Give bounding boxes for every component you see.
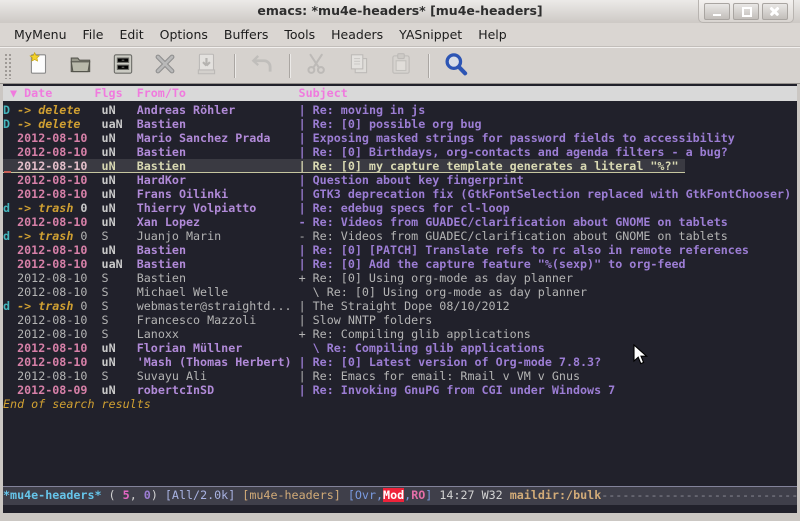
paste-icon xyxy=(388,51,414,81)
save-button[interactable] xyxy=(106,51,140,81)
open-folder-icon xyxy=(68,51,94,81)
modeline-dashes: ------------------------------ xyxy=(601,488,797,502)
new-file-icon xyxy=(26,51,52,81)
titlebar[interactable]: emacs: *mu4e-headers* [mu4e-headers] xyxy=(0,0,800,24)
message-row[interactable]: 2012-08-10 uN Florian Müllner \ Re: Comp… xyxy=(3,341,797,355)
message-row[interactable]: 2012-08-10 S Suvayu Ali | Re: Emacs for … xyxy=(3,369,797,383)
menubar: MyMenuFileEditOptionsBuffersToolsHeaders… xyxy=(0,23,800,47)
message-row[interactable]: 2012-08-10 uaN Bastien | Re: [0] Add the… xyxy=(3,257,797,271)
end-of-results-text: End of search results xyxy=(3,397,797,411)
undo-icon xyxy=(249,51,275,81)
cut-button xyxy=(300,51,334,81)
toolbar-separator xyxy=(234,54,235,78)
save-icon xyxy=(110,51,136,81)
message-row[interactable]: 2012-08-10 S Bastien + Re: [0] Using org… xyxy=(3,271,797,285)
save-as-button xyxy=(190,51,224,81)
message-row[interactable]: 2012-08-10 uN Xan Lopez - Re: Videos fro… xyxy=(3,215,797,229)
message-row[interactable]: 2012-08-10 uN Mario Sanchez Prada | Expo… xyxy=(3,131,797,145)
open-folder-button[interactable] xyxy=(64,51,98,81)
undo-button xyxy=(245,51,279,81)
message-row[interactable]: d -> trash 0 uN Thierry Volpiatto | Re: … xyxy=(3,201,797,215)
toolbar xyxy=(0,47,800,84)
close-button[interactable] xyxy=(148,51,182,81)
menu-mymenu[interactable]: MyMenu xyxy=(6,25,75,44)
modeline-plain: ( xyxy=(102,488,123,502)
fringe-cursor xyxy=(4,171,11,173)
menu-options[interactable]: Options xyxy=(152,25,216,44)
menu-tools[interactable]: Tools xyxy=(276,25,323,44)
modeline-readonly: RO xyxy=(411,488,425,502)
menu-headers[interactable]: Headers xyxy=(323,25,391,44)
toolbar-drag-handle[interactable] xyxy=(4,53,12,79)
message-row[interactable]: D -> delete uaN Bastien | Re: [0] possib… xyxy=(3,117,797,131)
search-icon xyxy=(443,51,469,81)
modeline-plain: ) xyxy=(151,488,165,502)
menu-help[interactable]: Help xyxy=(470,25,515,44)
message-row[interactable]: 2012-08-10 S Francesco Mazzoli | Slow NN… xyxy=(3,313,797,327)
close-button[interactable] xyxy=(762,3,788,20)
minimize-icon xyxy=(713,14,721,16)
modeline-major-mode: [mu4e-headers] xyxy=(242,488,348,502)
modeline-col-num: 0 xyxy=(144,488,151,502)
modeline-plain: , xyxy=(130,488,144,502)
toolbar-separator xyxy=(428,54,429,78)
menu-file[interactable]: File xyxy=(75,25,112,44)
message-row[interactable]: D -> delete uN Andreas Röhler | Re: movi… xyxy=(3,103,797,117)
search-button[interactable] xyxy=(439,51,473,81)
cut-icon xyxy=(304,51,330,81)
maximize-icon xyxy=(742,7,752,17)
minimize-button[interactable] xyxy=(704,3,730,20)
message-row[interactable]: 2012-08-10 uN 'Mash (Thomas Herbert) | R… xyxy=(3,355,797,369)
message-list: D -> delete uN Andreas Röhler | Re: movi… xyxy=(3,101,797,397)
modeline-line-num: 5 xyxy=(123,488,130,502)
modeline-position: [All/2.0k] xyxy=(165,488,242,502)
save-as-icon xyxy=(194,51,220,81)
menu-edit[interactable]: Edit xyxy=(111,25,151,44)
message-row[interactable]: 2012-08-10 uN Bastien | Re: [0] Birthday… xyxy=(3,145,797,159)
message-row[interactable]: 2012-08-10 uN Bastien | Re: [0] [PATCH] … xyxy=(3,243,797,257)
empty-buffer-space xyxy=(3,411,797,486)
message-row[interactable]: d -> trash 0 S webmaster@straightd... | … xyxy=(3,299,797,313)
toolbar-separator xyxy=(289,54,290,78)
copy-icon xyxy=(346,51,372,81)
window-title: emacs: *mu4e-headers* [mu4e-headers] xyxy=(0,3,800,18)
modeline: *mu4e-headers* ( 5, 0) [All/2.0k] [mu4e-… xyxy=(3,486,797,505)
window-controls xyxy=(698,0,794,23)
message-row[interactable]: 2012-08-10 S Michael Welle \ Re: [0] Usi… xyxy=(3,285,797,299)
modeline-minor: [Ovr, xyxy=(348,488,383,502)
column-header-line[interactable]: ▼ Date Flgs From/To Subject xyxy=(3,86,797,101)
menu-buffers[interactable]: Buffers xyxy=(216,25,276,44)
modeline-maildir: maildir:/bulk xyxy=(510,488,601,502)
copy-button xyxy=(342,51,376,81)
modeline-minor: ] xyxy=(425,488,439,502)
message-row[interactable]: 2012-08-10 uN Frans Oilinki | GTK3 depre… xyxy=(3,187,797,201)
message-row[interactable]: 2012-08-09 uN robertcInSD | Re: Invoking… xyxy=(3,383,797,397)
emacs-window: emacs: *mu4e-headers* [mu4e-headers] MyM… xyxy=(0,0,800,521)
modeline-modified: Mod xyxy=(383,488,404,502)
modeline-plain: 14:27 W32 xyxy=(439,488,509,502)
message-row[interactable]: 2012-08-10 S Lanoxx + Re: Compiling glib… xyxy=(3,327,797,341)
close-icon xyxy=(152,51,178,81)
echo-area[interactable] xyxy=(3,505,797,513)
message-row[interactable]: d -> trash 0 S Juanjo Marin - Re: Videos… xyxy=(3,229,797,243)
message-row[interactable]: 2012-08-10 uN Bastien | Re: [0] my captu… xyxy=(3,159,685,173)
message-row[interactable]: 2012-08-10 uN HardKor | Question about k… xyxy=(3,173,797,187)
maximize-button[interactable] xyxy=(733,3,759,20)
new-file-button[interactable] xyxy=(22,51,56,81)
menu-yasnippet[interactable]: YASnippet xyxy=(391,25,470,44)
buffer-area[interactable]: ▼ Date Flgs From/To Subject D -> delete … xyxy=(3,84,797,513)
modeline-buffer-name: *mu4e-headers* xyxy=(3,488,102,502)
paste-button xyxy=(384,51,418,81)
